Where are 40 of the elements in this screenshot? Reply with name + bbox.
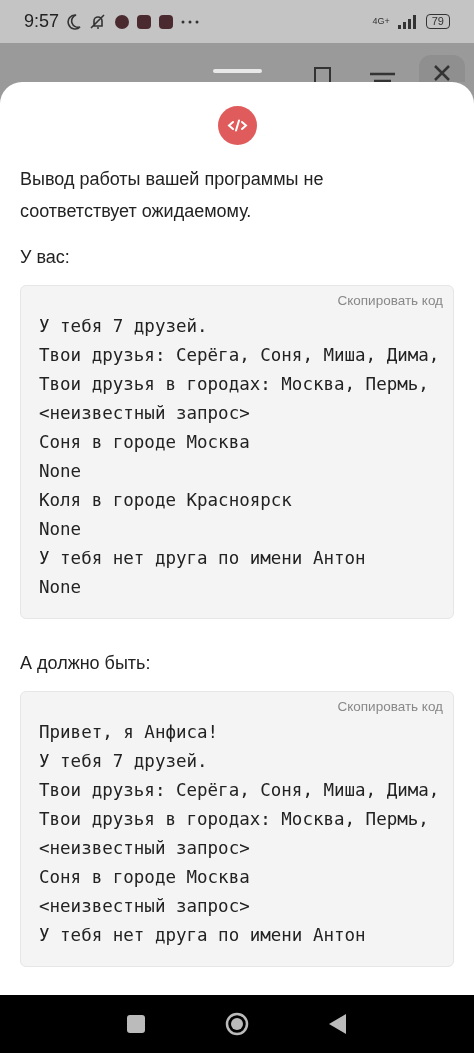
signal-icon xyxy=(397,14,418,29)
code-line: Привет, я Анфиса! xyxy=(39,721,220,744)
code-line: Твои друзья в городах: Москва, Пермь, xyxy=(39,808,430,831)
code-line: <неизвестный запрос> xyxy=(39,837,251,860)
code-line: Соня в городе Москва xyxy=(39,866,251,889)
close-button[interactable] xyxy=(419,55,465,82)
muted-bell-icon xyxy=(89,13,108,30)
code-line: None xyxy=(39,576,83,599)
section-label: А должно быть: xyxy=(20,652,152,675)
code-line: Твои друзья в городах: Москва, Пермь, xyxy=(39,373,430,396)
error-message: Вывод работы вашей программы не соответствует ожидаемому. xyxy=(20,168,325,223)
back-icon[interactable] xyxy=(329,1014,347,1034)
code-line: У тебя нет друга по имени Антон xyxy=(39,924,367,947)
network-label: 4G+ xyxy=(372,17,390,26)
code-line: Твои друзья: Серёга, Соня, Миша, Дима, xyxy=(39,779,441,802)
copy-code-button[interactable]: Скопировать код xyxy=(337,698,443,716)
moon-icon xyxy=(67,13,82,30)
menu-icon[interactable] xyxy=(370,72,395,82)
app-notification-icon xyxy=(159,14,174,29)
code-line: Твои друзья: Серёга, Соня, Миша, Дима, xyxy=(39,344,441,367)
copy-code-button[interactable]: Скопировать код xyxy=(337,292,443,310)
sheet-handle[interactable] xyxy=(213,69,262,73)
code-line: None xyxy=(39,460,83,483)
code-line: У тебя 7 друзей. xyxy=(39,750,209,773)
code-line: Коля в городе Красноярск xyxy=(39,489,293,512)
code-error-icon xyxy=(217,106,257,145)
app-notification-icon xyxy=(137,14,152,29)
close-icon xyxy=(433,64,451,82)
code-line: У тебя нет друга по имени Антон xyxy=(39,547,367,570)
code-line: <неизвестный запрос> xyxy=(39,895,251,918)
code-line: Соня в городе Москва xyxy=(39,431,251,454)
code-line: У тебя 7 друзей. xyxy=(39,315,209,338)
code-line: None xyxy=(39,518,83,541)
status-time: 9:57 xyxy=(24,10,60,33)
battery-indicator: 79 xyxy=(425,14,450,29)
chat-notification-icon xyxy=(115,14,130,29)
more-icon xyxy=(181,19,200,24)
code-line: <неизвестный запрос> xyxy=(39,402,251,425)
home-icon[interactable] xyxy=(225,1012,249,1036)
section-label: У вас: xyxy=(20,246,71,269)
